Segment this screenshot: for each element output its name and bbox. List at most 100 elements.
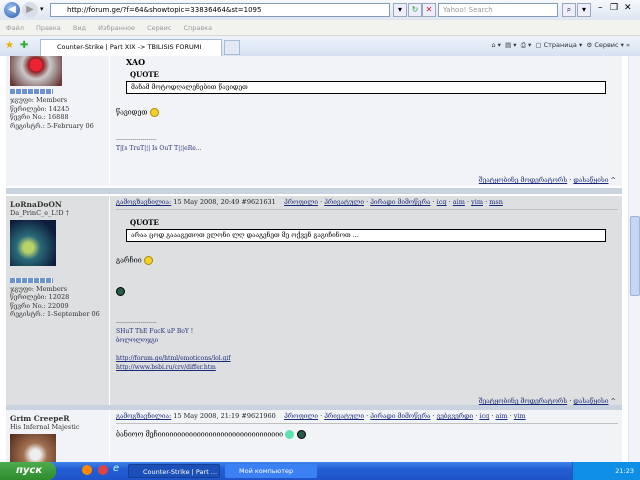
search-icon[interactable]: ⌕ xyxy=(562,3,576,17)
signature-divider: -------------------- xyxy=(116,136,157,143)
post-id: #9621960 xyxy=(241,412,276,420)
address-toolbar: ◀ ▶ ▾ http://forum.ge/?f=64&showtopic=33… xyxy=(0,0,640,20)
menu-help[interactable]: Справка xyxy=(184,24,213,32)
quoted-author: XAO xyxy=(126,57,146,67)
quote-box: მანამ მოტოდღალენებით წავიდეთ xyxy=(126,81,606,94)
icq-link[interactable]: icq xyxy=(437,198,447,206)
rank-pips xyxy=(10,277,53,283)
menu-view[interactable]: Вид xyxy=(73,24,86,32)
menu-edit[interactable]: Правка xyxy=(36,24,61,32)
pm-link[interactable]: პირადი მიმოწერა xyxy=(370,412,430,420)
private-link[interactable]: პრივატული xyxy=(324,412,364,420)
member-posts: წერილები: 12028 xyxy=(10,293,70,301)
top-link[interactable]: დასაწყისი xyxy=(573,176,608,184)
forward-button[interactable]: ▶ xyxy=(22,2,38,18)
system-tray: 21:23 xyxy=(572,462,640,480)
start-button[interactable]: пуск xyxy=(0,462,56,480)
forum-post: ჯგუფი: Members წერილები: 14245 წევრი No.… xyxy=(6,56,622,186)
report-link[interactable]: შეატყობინე მოდერატორს xyxy=(479,397,567,405)
icq-link[interactable]: icq xyxy=(479,412,489,420)
post-body: გამოგზავნილია: 15 May 2008, 21:19 #96219… xyxy=(112,410,622,462)
pm-link[interactable]: პირადი მიმოწერა xyxy=(370,198,430,206)
post-header: გამოგზავნილია: 15 May 2008, 21:19 #96219… xyxy=(116,412,618,424)
quote-label: QUOTE xyxy=(130,70,159,79)
member-number: წევრი No.: 16888 xyxy=(10,113,69,121)
close-button[interactable]: ✕ xyxy=(624,3,632,13)
post-body: გამოგზავნილია: 15 May 2008, 20:49 #96216… xyxy=(112,196,622,408)
tab-forum[interactable]: Counter-Strike | Part XIX -> TBILISIS FO… xyxy=(40,39,222,56)
add-favorite-icon[interactable]: ✚ xyxy=(20,40,28,51)
posted-label[interactable]: გამოგზავნილია: xyxy=(116,198,171,206)
post-id: #9621631 xyxy=(241,198,276,206)
post-header: გამოგზავნილია: 15 May 2008, 20:49 #96216… xyxy=(116,198,618,210)
member-joined: რეგისტრ.: 5-February 06 xyxy=(10,121,94,130)
post-separator xyxy=(6,188,622,194)
maximize-button[interactable]: ❐ xyxy=(610,3,618,13)
post-text: წავიდეთ xyxy=(116,108,148,117)
command-bar: ⌂ ▾ ▤ ▾ ⎙ ▾ ▢ Страница ▾ ⚙ Сервис ▾ » xyxy=(491,41,630,49)
stop-button[interactable]: ✕ xyxy=(422,3,436,17)
search-options-icon[interactable]: ▾ xyxy=(577,3,591,17)
print-icon[interactable]: ⎙ ▾ xyxy=(521,41,532,49)
website-link[interactable]: ვებგვერდი xyxy=(437,412,474,420)
quote-box: არაა ცოდ გაააგეთოთ ვლონი ლღ დააგენეთ მე … xyxy=(126,229,606,242)
scrollbar-thumb[interactable] xyxy=(630,216,640,296)
posted-label[interactable]: გამოგზავნილია: xyxy=(116,412,171,420)
page-menu-label: Страница xyxy=(543,41,577,49)
avatar xyxy=(10,56,62,86)
tools-menu[interactable]: ⚙ Сервис ▾ xyxy=(586,41,624,49)
page-menu[interactable]: ▢ Страница ▾ xyxy=(535,41,582,49)
back-button[interactable]: ◀ xyxy=(4,2,20,18)
rank-pips xyxy=(10,89,53,94)
search-input[interactable]: Yahoo! Search xyxy=(438,3,558,17)
url-input[interactable]: http://forum.ge/?f=64&showtopic=33836464… xyxy=(50,3,390,17)
report-link[interactable]: შეატყობინე მოდერატორს xyxy=(479,176,567,184)
yim-link[interactable]: yim xyxy=(471,198,483,206)
favorites-star-icon[interactable]: ★ xyxy=(5,40,14,51)
member-title: His Infernal Majestic xyxy=(10,423,80,431)
signature-link-2[interactable]: http://www.bsbi.ru/crv/differ.htm xyxy=(116,364,216,371)
url-dropdown-icon[interactable]: ▾ xyxy=(393,3,407,17)
feeds-icon[interactable]: ▤ ▾ xyxy=(505,41,516,49)
firefox-icon[interactable] xyxy=(82,465,92,475)
member-posts: წერილები: 14245 xyxy=(10,104,70,113)
history-dropdown-icon[interactable]: ▾ xyxy=(40,5,44,13)
menu-bar: Файл Правка Вид Избранное Сервис Справка xyxy=(0,20,640,36)
signature-text-2: ბოლოლოჯგი xyxy=(116,337,159,344)
post-username[interactable]: Grim CreepeR xyxy=(10,414,105,423)
post-username[interactable]: LoRnaDoON xyxy=(10,200,105,209)
post-footer: შეატყობინე მოდერატორს · დასაწყისი ^ xyxy=(478,176,616,184)
menu-tools[interactable]: Сервис xyxy=(147,24,171,32)
green-emoticon-icon xyxy=(285,430,295,439)
smile-emoticon-icon xyxy=(149,108,159,117)
vertical-scrollbar[interactable] xyxy=(628,56,640,462)
new-tab-button[interactable] xyxy=(224,40,240,55)
alien-emoticon-icon xyxy=(116,287,125,296)
profile-link[interactable]: პროფილი xyxy=(284,198,318,206)
tools-menu-label: Сервис xyxy=(594,41,619,49)
post-text: გარჩიი xyxy=(116,256,142,265)
signature-link[interactable]: http://forum.ge/html/emoticons/lol.gif xyxy=(116,355,231,362)
opera-icon[interactable] xyxy=(98,465,108,475)
aim-link[interactable]: aim xyxy=(495,412,507,420)
yim-link[interactable]: yim xyxy=(514,412,526,420)
top-link[interactable]: დასაწყისი xyxy=(573,397,608,405)
menu-file[interactable]: Файл xyxy=(6,24,24,32)
menu-favorites[interactable]: Избранное xyxy=(98,24,135,32)
msn-link[interactable]: msn xyxy=(489,198,503,206)
task-my-computer[interactable]: Мой компьютер xyxy=(225,464,317,478)
ie-icon[interactable]: e xyxy=(113,463,119,474)
private-link[interactable]: პრივატული xyxy=(324,198,364,206)
member-number: წევრი No.: 22009 xyxy=(10,301,69,310)
signature-text: T|[s TruT|¦| Is OuT T|¦|eRe... xyxy=(116,145,202,152)
forum-post: Grim CreepeR His Infernal Majestic გამოგ… xyxy=(6,410,622,462)
aim-link[interactable]: aim xyxy=(453,198,465,206)
laugh-emoticon-icon xyxy=(143,256,153,265)
refresh-button[interactable]: ↻ xyxy=(408,3,422,17)
minimize-button[interactable]: – xyxy=(598,3,603,13)
home-icon[interactable]: ⌂ ▾ xyxy=(491,41,500,49)
task-browser[interactable]: Counter-Strike | Part ... xyxy=(128,464,220,478)
member-title: Da_PrinC_e_L!D † xyxy=(10,209,69,217)
profile-link[interactable]: პროფილი xyxy=(284,412,318,420)
member-group: ჯგუფი: Members xyxy=(10,284,68,293)
